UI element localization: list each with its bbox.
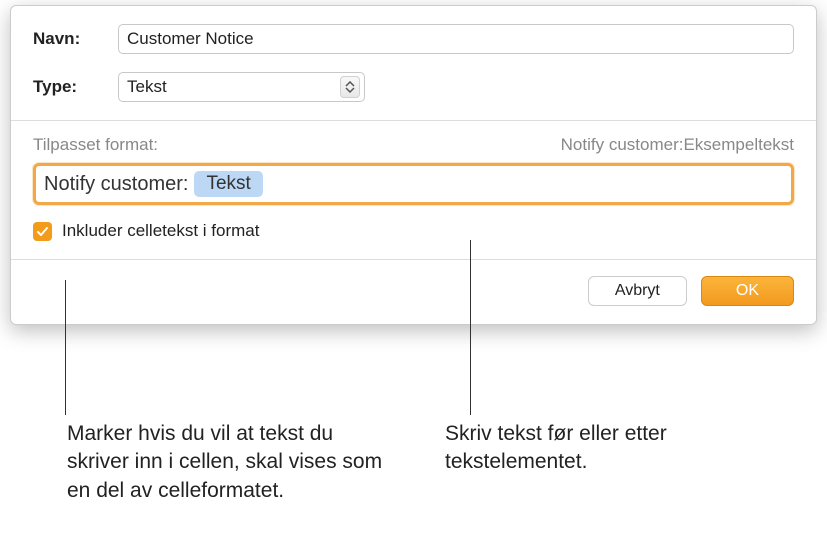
custom-format-dialog: Navn: Type: Tekst Tilpasset format: Noti… [10, 5, 817, 325]
format-section: Tilpasset format: Notify customer:Eksemp… [11, 121, 816, 205]
name-label: Navn: [33, 29, 118, 49]
type-row: Type: Tekst [33, 72, 794, 102]
callout-line-right [470, 240, 471, 415]
callout-line-left [65, 280, 66, 415]
callout-right: Skriv tekst før eller etter tekstelement… [445, 420, 735, 477]
format-preview: Notify customer:Eksempeltekst [561, 135, 794, 155]
include-text-checkbox[interactable] [33, 222, 52, 241]
name-input[interactable] [118, 24, 794, 54]
cancel-button[interactable]: Avbryt [588, 276, 687, 306]
ok-button[interactable]: OK [701, 276, 794, 306]
include-text-row: Inkluder celletekst i format [11, 205, 816, 259]
format-prefix: Notify customer: [44, 173, 188, 196]
include-text-label: Inkluder celletekst i format [62, 221, 259, 241]
updown-icon [340, 76, 360, 98]
format-header: Tilpasset format: Notify customer:Eksemp… [33, 135, 794, 155]
type-select-wrap: Tekst [118, 72, 365, 102]
button-row: Avbryt OK [11, 259, 816, 324]
name-row: Navn: [33, 24, 794, 54]
type-select[interactable]: Tekst [118, 72, 365, 102]
format-title: Tilpasset format: [33, 135, 158, 155]
text-token[interactable]: Tekst [194, 171, 262, 197]
type-label: Type: [33, 77, 118, 97]
type-select-value: Tekst [127, 77, 167, 97]
dialog-body: Navn: Type: Tekst [11, 6, 816, 102]
format-field[interactable]: Notify customer: Tekst [33, 163, 794, 205]
callout-left: Marker hvis du vil at tekst du skriver i… [67, 420, 387, 505]
